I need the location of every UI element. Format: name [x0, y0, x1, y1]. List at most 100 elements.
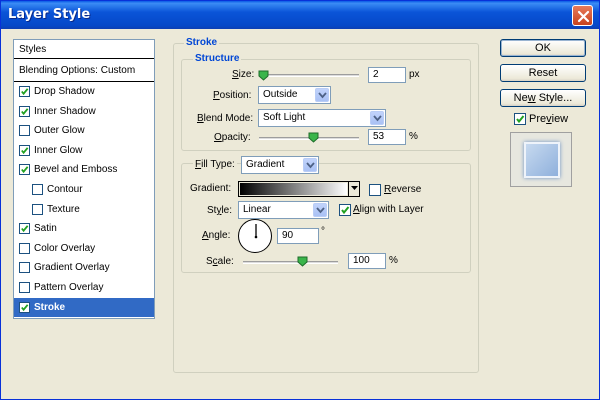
style-item-color-overlay[interactable]: Color Overlay	[14, 239, 154, 258]
fill-type-dropdown[interactable]: Gradient	[241, 156, 319, 174]
style-item-label: Pattern Overlay	[34, 282, 104, 293]
style-checkbox-contour[interactable]	[32, 184, 43, 195]
scale-input[interactable]: 100	[348, 253, 386, 269]
new-style-button[interactable]: New Style...	[500, 89, 586, 107]
close-button[interactable]	[572, 5, 593, 26]
align-with-layer-checkbox[interactable]	[339, 204, 351, 216]
style-item-label: Inner Shadow	[34, 105, 96, 117]
gradient-preview[interactable]	[240, 183, 347, 195]
style-item-gradient-overlay[interactable]: Gradient Overlay	[14, 258, 154, 277]
style-item-bevel-and-emboss[interactable]: Bevel and Emboss	[14, 160, 154, 179]
style-item-label: Bevel and Emboss	[34, 164, 118, 176]
structure-group-title: Structure	[193, 53, 242, 64]
angle-dial-icon	[254, 224, 258, 239]
preview-checkbox[interactable]	[514, 113, 526, 125]
style-checkbox-color-overlay[interactable]	[19, 242, 30, 254]
blend-mode-label: Blend Mode:	[197, 113, 254, 124]
position-dropdown[interactable]: Outside	[258, 86, 331, 104]
close-icon	[577, 10, 590, 23]
style-item-label: Color Overlay	[34, 242, 96, 254]
angle-label: Angle:	[202, 230, 231, 241]
style-checkbox-outer-glow[interactable]	[19, 125, 30, 137]
blending-options-item[interactable]: Blending Options: Custom	[14, 61, 154, 80]
style-item-label: Drop Shadow	[34, 86, 95, 97]
style-item-outer-glow[interactable]: Outer Glow	[14, 121, 154, 140]
scale-slider-thumb-icon[interactable]	[297, 256, 308, 267]
checkmark-icon	[21, 166, 29, 174]
style-checkbox-gradient-overlay[interactable]	[19, 262, 30, 274]
preview-label: Preview	[529, 113, 569, 125]
window-title: Layer Style	[8, 7, 91, 22]
style-checkbox-bevel-and-emboss[interactable]	[19, 164, 30, 176]
align-with-layer-label: Align with Layer	[353, 204, 424, 215]
chevron-down-icon	[373, 115, 382, 122]
reset-button[interactable]: Reset	[500, 64, 586, 82]
size-slider[interactable]	[259, 74, 359, 77]
size-slider-thumb-icon[interactable]	[258, 70, 269, 81]
style-item-contour[interactable]: Contour	[14, 180, 154, 199]
style-dropdown[interactable]: Linear	[238, 201, 329, 219]
scale-slider[interactable]	[243, 261, 338, 264]
style-item-texture[interactable]: Texture	[14, 200, 154, 219]
style-value: Linear	[243, 204, 271, 215]
style-dropdown-arrow[interactable]	[313, 203, 327, 217]
scale-unit: %	[389, 255, 398, 266]
position-label: Position:	[213, 90, 252, 101]
chevron-down-icon	[306, 162, 315, 169]
style-item-label: Stroke	[34, 301, 66, 313]
style-checkbox-inner-glow[interactable]	[19, 144, 30, 156]
blend-mode-value: Soft Light	[263, 112, 306, 123]
checkmark-icon	[21, 88, 29, 96]
style-item-label: Inner Glow	[34, 144, 83, 156]
style-item-satin[interactable]: Satin	[14, 219, 154, 238]
chevron-down-icon	[318, 92, 327, 99]
chevron-down-icon	[316, 207, 325, 214]
styles-header[interactable]: Styles	[14, 40, 154, 59]
style-item-pattern-overlay[interactable]: Pattern Overlay	[14, 278, 154, 297]
blend-mode-dropdown[interactable]: Soft Light	[258, 109, 386, 127]
stroke-group-title: Stroke	[184, 37, 220, 48]
style-checkbox-inner-shadow[interactable]	[19, 105, 30, 117]
size-label-text: ize:	[238, 69, 255, 80]
style-label: Style:	[207, 205, 233, 216]
fill-type-label: Fill Type:	[193, 159, 237, 170]
opacity-slider-thumb-icon[interactable]	[308, 132, 319, 143]
position-dropdown-arrow[interactable]	[315, 88, 329, 102]
opacity-label: Opacity:	[214, 132, 251, 143]
opacity-input[interactable]: 53	[368, 129, 406, 145]
style-item-label: Satin	[34, 223, 57, 235]
checkmark-icon	[341, 206, 350, 215]
preview-swatch	[524, 142, 560, 178]
style-checkbox-pattern-overlay[interactable]	[19, 282, 30, 293]
reverse-label: Reverse	[384, 184, 422, 195]
reverse-checkbox[interactable]	[369, 184, 381, 196]
style-checkbox-texture[interactable]	[32, 203, 43, 215]
gradient-picker[interactable]	[238, 181, 360, 197]
style-item-stroke[interactable]: Stroke	[14, 297, 154, 317]
layer-style-dialog: Layer Style Styles Blending Options: Cus…	[0, 0, 600, 400]
style-item-label: Gradient Overlay	[34, 262, 110, 274]
angle-input[interactable]: 90	[277, 228, 319, 244]
position-value: Outside	[263, 89, 298, 100]
style-item-inner-glow[interactable]: Inner Glow	[14, 141, 154, 160]
style-preview	[510, 132, 572, 187]
gradient-dropdown-arrow[interactable]	[348, 182, 359, 196]
triangle-down-icon	[351, 186, 358, 190]
size-input[interactable]: 2	[368, 67, 406, 83]
styles-header-label: Styles	[19, 44, 47, 55]
fill-type-dropdown-arrow[interactable]	[303, 158, 317, 172]
ok-button[interactable]: OK	[500, 39, 586, 57]
checkmark-icon	[516, 115, 525, 124]
title-bar[interactable]: Layer Style	[1, 1, 599, 29]
blend-mode-dropdown-arrow[interactable]	[370, 111, 384, 125]
angle-dial[interactable]	[238, 219, 272, 253]
style-checkbox-satin[interactable]	[19, 223, 30, 235]
style-item-inner-shadow[interactable]: Inner Shadow	[14, 102, 154, 121]
scale-label: Scale:	[206, 256, 234, 267]
style-checkbox-drop-shadow[interactable]	[19, 86, 30, 97]
style-item-label: Texture	[47, 203, 80, 215]
style-checkbox-stroke[interactable]	[19, 301, 30, 313]
angle-unit: °	[321, 226, 325, 237]
checkmark-icon	[21, 147, 29, 154]
style-item-drop-shadow[interactable]: Drop Shadow	[14, 82, 154, 101]
